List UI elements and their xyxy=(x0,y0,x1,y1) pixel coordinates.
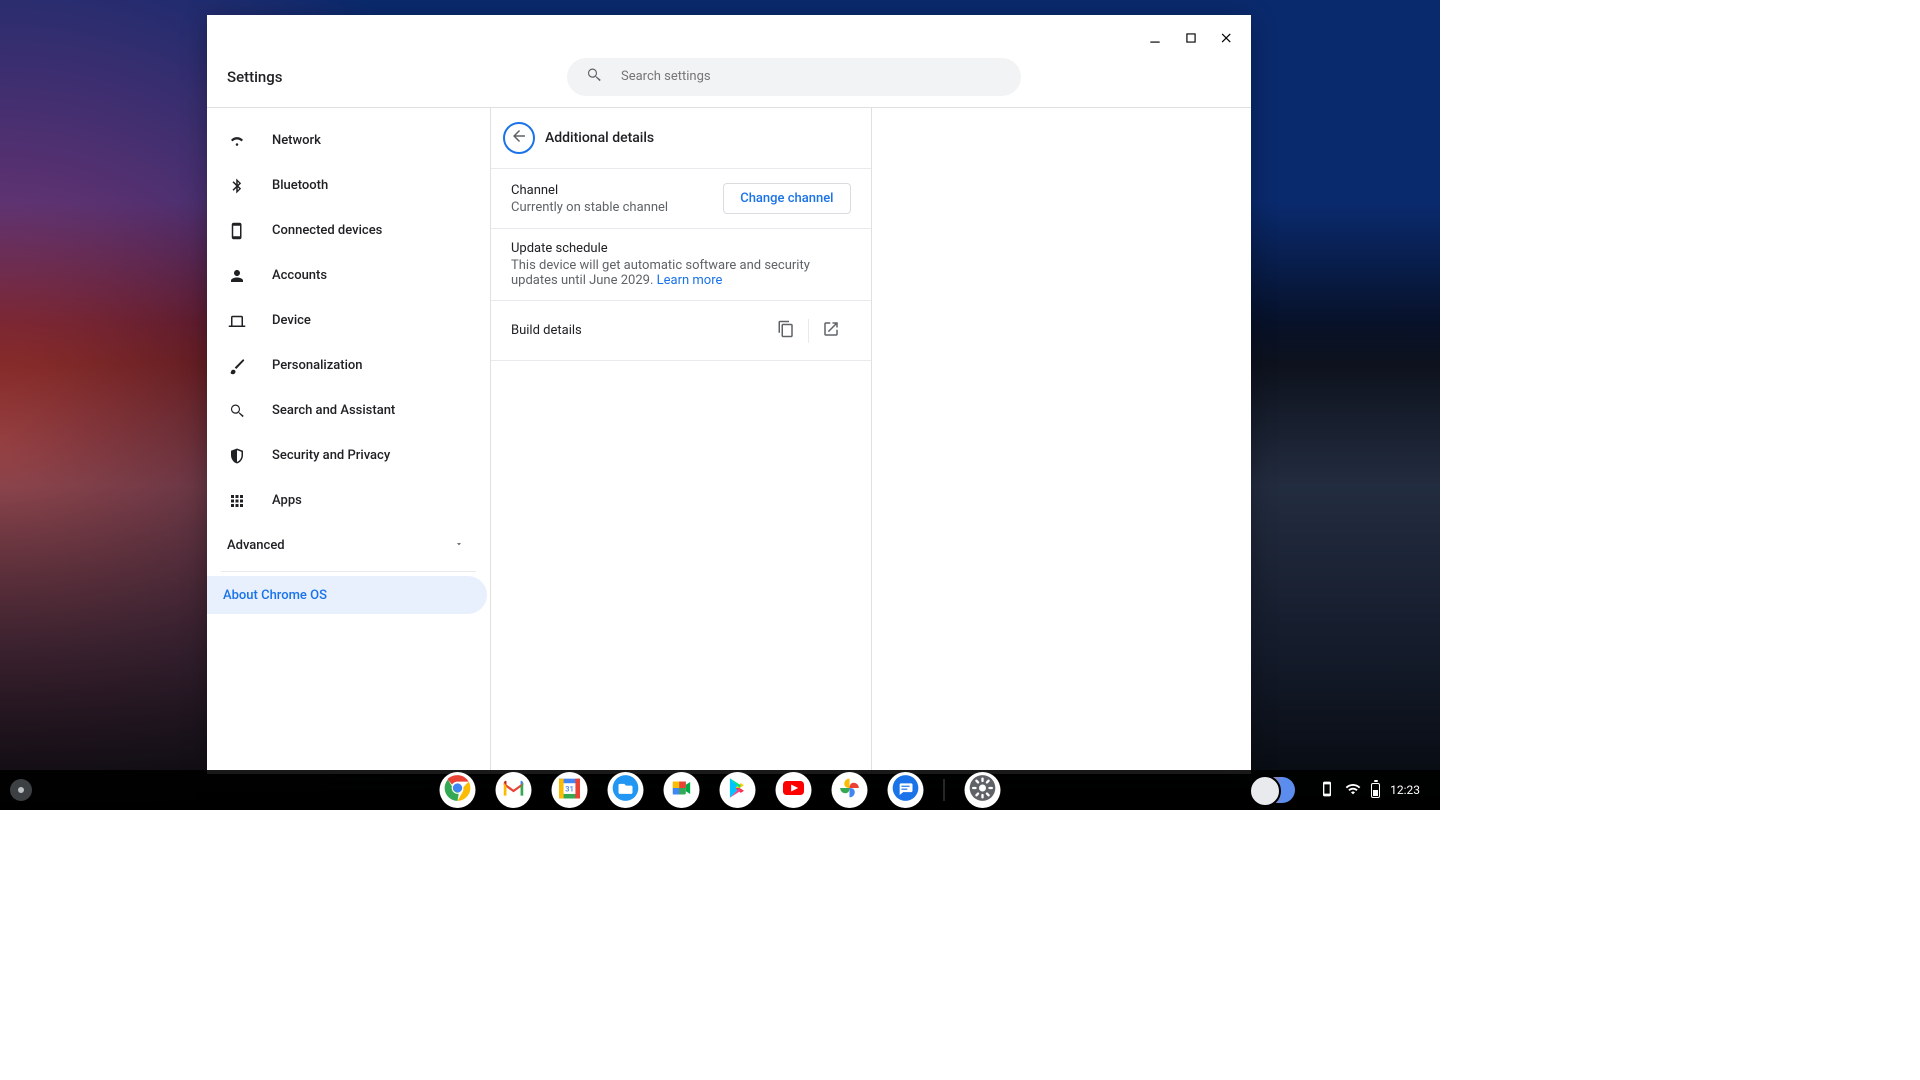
clock-text: 12:23 xyxy=(1390,783,1420,797)
sidebar-item-label: Network xyxy=(272,133,321,148)
apps-grid-icon xyxy=(227,492,247,510)
sidebar-item-label: Apps xyxy=(272,493,302,508)
system-tray[interactable]: 12:23 xyxy=(1251,777,1430,804)
window-minimize-button[interactable] xyxy=(1139,22,1171,54)
shelf-app-youtube[interactable] xyxy=(776,772,812,808)
sidebar-item-personalization[interactable]: Personalization xyxy=(207,343,490,388)
sidebar-advanced-label: Advanced xyxy=(227,538,285,553)
back-button[interactable] xyxy=(503,122,535,154)
status-area[interactable]: 12:23 xyxy=(1309,777,1430,804)
window-titlebar xyxy=(207,15,1251,60)
sidebar-item-label: Accounts xyxy=(272,268,327,283)
sidebar-item-search-assistant[interactable]: Search and Assistant xyxy=(207,388,490,433)
learn-more-link[interactable]: Learn more xyxy=(657,273,723,288)
sidebar-item-label: Security and Privacy xyxy=(272,448,390,463)
sidebar-item-label: Personalization xyxy=(272,358,363,373)
shelf-app-calendar[interactable]: 31 xyxy=(552,772,588,808)
shelf-separator xyxy=(944,779,945,801)
settings-content: Additional details Channel Currently on … xyxy=(490,108,872,774)
shelf-app-files[interactable] xyxy=(608,772,644,808)
search-icon xyxy=(227,402,247,420)
bluetooth-icon xyxy=(227,177,247,195)
sidebar-item-label: About Chrome OS xyxy=(223,588,327,603)
sidebar-item-bluetooth[interactable]: Bluetooth xyxy=(207,163,490,208)
open-build-details-button[interactable] xyxy=(811,316,851,346)
shelf: 31 12:23 xyxy=(0,770,1440,810)
arrow-back-icon xyxy=(510,127,528,149)
open-in-new-icon xyxy=(822,320,840,342)
shelf-app-gmail[interactable] xyxy=(496,772,532,808)
sidebar-item-accounts[interactable]: Accounts xyxy=(207,253,490,298)
row-update-schedule: Update schedule This device will get aut… xyxy=(491,229,871,301)
launcher-icon xyxy=(18,787,24,793)
sidebar-item-label: Search and Assistant xyxy=(272,403,395,418)
wifi-icon xyxy=(227,132,247,150)
files-icon xyxy=(612,774,640,807)
sidebar-item-about-chrome-os[interactable]: About Chrome OS xyxy=(207,576,487,614)
search-box[interactable] xyxy=(567,58,1021,96)
shelf-app-messages[interactable] xyxy=(888,772,924,808)
row-update-subtitle: This device will get automatic software … xyxy=(511,258,851,288)
sidebar-item-network[interactable]: Network xyxy=(207,118,490,163)
settings-sidebar: Network Bluetooth Connected devices Acco… xyxy=(207,108,490,774)
copy-icon xyxy=(777,320,795,342)
change-channel-button[interactable]: Change channel xyxy=(723,183,850,214)
row-build-title: Build details xyxy=(511,323,752,338)
phone-icon xyxy=(227,222,247,240)
battery-status-icon xyxy=(1371,783,1380,798)
shelf-app-play-store[interactable] xyxy=(720,772,756,808)
youtube-icon xyxy=(780,774,808,807)
sidebar-item-label: Device xyxy=(272,313,311,328)
launcher-button[interactable] xyxy=(10,779,32,801)
row-channel-subtitle: Currently on stable channel xyxy=(511,200,709,215)
app-title: Settings xyxy=(227,68,567,86)
shelf-app-chrome[interactable] xyxy=(440,772,476,808)
chevron-down-icon xyxy=(454,538,464,553)
sidebar-item-label: Bluetooth xyxy=(272,178,328,193)
shelf-app-meet[interactable] xyxy=(664,772,700,808)
play-store-icon xyxy=(725,775,751,806)
settings-icon xyxy=(969,774,997,807)
sidebar-item-connected-devices[interactable]: Connected devices xyxy=(207,208,490,253)
laptop-icon xyxy=(227,312,247,330)
wifi-status-icon xyxy=(1345,781,1361,800)
sidebar-advanced-toggle[interactable]: Advanced xyxy=(207,523,490,567)
shelf-app-photos[interactable] xyxy=(832,772,868,808)
chrome-icon xyxy=(444,774,472,807)
brush-icon xyxy=(227,357,247,375)
page-title: Additional details xyxy=(545,130,654,146)
search-icon xyxy=(585,66,603,88)
row-channel-title: Channel xyxy=(511,183,709,198)
sidebar-divider xyxy=(221,571,476,572)
meet-icon xyxy=(669,775,695,806)
desktop-wallpaper: Settings Network Bluetooth Connecte xyxy=(0,0,1440,810)
row-update-title: Update schedule xyxy=(511,241,851,256)
photos-icon xyxy=(836,774,864,807)
shelf-app-settings[interactable] xyxy=(965,772,1001,808)
settings-window: Settings Network Bluetooth Connecte xyxy=(207,15,1251,774)
sidebar-item-security-privacy[interactable]: Security and Privacy xyxy=(207,433,490,478)
calendar-icon: 31 xyxy=(556,774,584,807)
settings-header: Settings xyxy=(207,60,1251,108)
svg-text:31: 31 xyxy=(565,784,574,793)
copy-build-details-button[interactable] xyxy=(766,316,806,346)
window-close-button[interactable] xyxy=(1211,22,1243,54)
sidebar-item-label: Connected devices xyxy=(272,223,382,238)
person-icon xyxy=(227,267,247,285)
row-build-details: Build details xyxy=(491,301,871,361)
row-channel: Channel Currently on stable channel Chan… xyxy=(491,169,871,229)
account-avatar[interactable] xyxy=(1251,777,1295,803)
icon-separator xyxy=(808,319,809,343)
search-input[interactable] xyxy=(621,69,1003,84)
gmail-icon xyxy=(501,775,527,806)
window-maximize-button[interactable] xyxy=(1175,22,1207,54)
content-header: Additional details xyxy=(491,108,871,168)
shield-icon xyxy=(227,447,247,465)
sidebar-item-apps[interactable]: Apps xyxy=(207,478,490,523)
sidebar-item-device[interactable]: Device xyxy=(207,298,490,343)
messages-icon xyxy=(892,774,920,807)
shelf-app-row: 31 xyxy=(440,772,1001,808)
phone-hub-icon xyxy=(1319,781,1335,800)
